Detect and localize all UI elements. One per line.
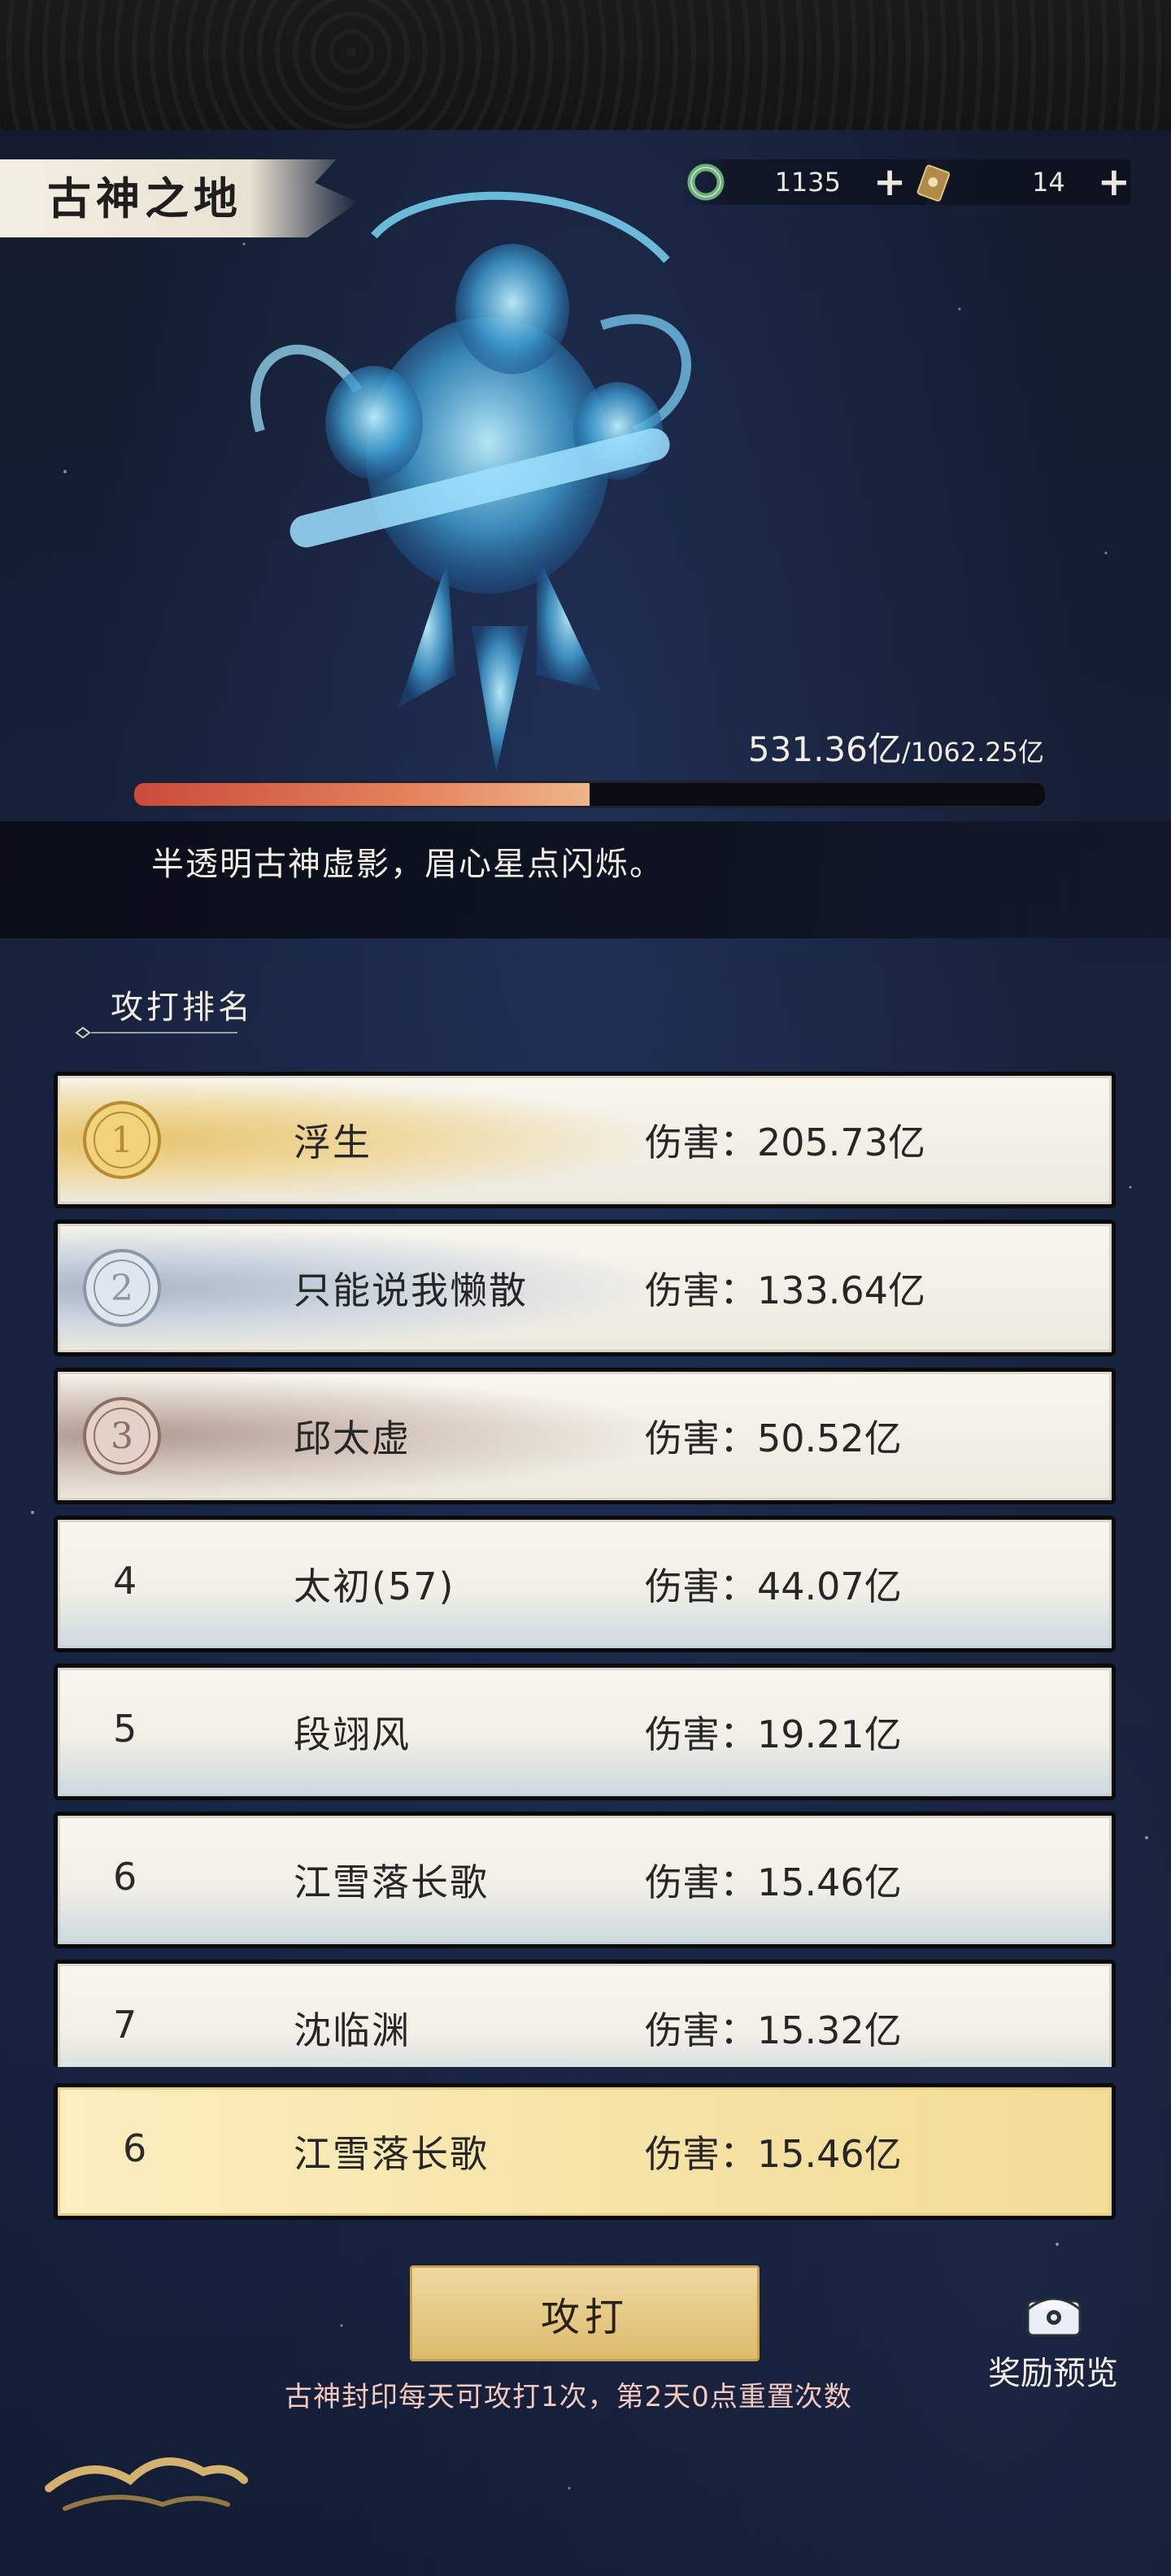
top-decor-band: [0, 0, 1171, 130]
boss-hp-text: 531.36亿/1062.25亿: [748, 722, 1044, 772]
player-damage: 伤害：133.64亿: [645, 1268, 925, 1312]
player-name: 江雪落长歌: [294, 1860, 489, 1904]
my-rank-number: 6: [123, 2126, 147, 2170]
ranking-row[interactable]: 2 只能说我懒散 伤害：133.64亿: [54, 1220, 1116, 1356]
rank-medal-icon: 3: [83, 1397, 161, 1475]
ancient-god-figure[interactable]: [211, 187, 797, 789]
player-damage: 伤害：19.21亿: [645, 1712, 902, 1756]
rank-medal-number: 3: [111, 1416, 133, 1457]
boss-hp-current: 531.36亿: [747, 729, 902, 769]
ranking-row[interactable]: 7 沈临渊 伤害：15.32亿: [54, 1960, 1116, 2067]
ranking-row[interactable]: 3 邱太虚 伤害：50.52亿: [54, 1368, 1116, 1504]
cloud-ornament: [45, 2457, 248, 2511]
rank-number: 7: [113, 2003, 137, 2047]
reward-preview-button[interactable]: 奖励预览: [976, 2285, 1130, 2392]
player-name: 只能说我懒散: [294, 1268, 528, 1312]
row-background-wash: [58, 1816, 1112, 1944]
ranking-title-underline: [75, 1026, 237, 1039]
ranking-row[interactable]: 5 段翊风 伤害：19.21亿: [54, 1664, 1116, 1800]
currency-card: 14 +: [911, 159, 1130, 205]
ranking-row[interactable]: 1 浮生 伤害：205.73亿: [54, 1072, 1116, 1208]
rank-number: 4: [113, 1559, 137, 1603]
my-rank-row: 6 江雪落长歌 伤害：15.46亿: [54, 2083, 1116, 2220]
attack-button[interactable]: 攻打: [410, 2265, 760, 2361]
player-name: 邱太虚: [294, 1416, 411, 1460]
add-card-button[interactable]: +: [1098, 159, 1130, 205]
ranking-list[interactable]: 1 浮生 伤害：205.73亿 2 只能说我懒散 伤害：133.64亿 3 邱太虚 伤害：50.…: [54, 1072, 1116, 2067]
player-damage: 伤害：15.46亿: [645, 1860, 902, 1904]
game-screen: 古神之地 1135 + 14 + 531.36亿/1062.25亿 半透明古神虚…: [0, 0, 1171, 2576]
ranking-row[interactable]: 4 太初(57) 伤害：44.07亿: [54, 1516, 1116, 1652]
ranking-title: 攻打排名: [111, 989, 254, 1026]
ranking-row[interactable]: 6 江雪落长歌 伤害：15.46亿: [54, 1812, 1116, 1948]
boss-description: 半透明古神虚影，眉心星点闪烁。: [151, 846, 664, 883]
rank-medal-icon: 1: [83, 1101, 161, 1179]
player-name: 沈临渊: [294, 2008, 411, 2052]
player-damage: 伤害：50.52亿: [645, 1416, 902, 1460]
player-damage: 伤害：15.32亿: [645, 2008, 902, 2052]
rank-number: 5: [113, 1707, 137, 1751]
attack-hint: 古神封印每天可攻打1次，第2天0点重置次数: [285, 2381, 852, 2413]
player-damage: 伤害：205.73亿: [645, 1120, 925, 1164]
my-rank-name: 江雪落长歌: [294, 2132, 489, 2176]
rank-medal-icon: 2: [83, 1249, 161, 1327]
row-background-wash: [58, 1668, 1112, 1796]
card-token-icon: [916, 164, 951, 202]
player-damage: 伤害：44.07亿: [645, 1564, 902, 1608]
my-rank-damage: 伤害：15.46亿: [645, 2132, 902, 2176]
row-background-wash: [58, 1964, 1112, 2067]
card-count: 14: [1032, 167, 1065, 198]
treasure-chest-icon: [1026, 2297, 1082, 2337]
player-name: 段翊风: [294, 1712, 411, 1756]
boss-hp-bar: [132, 781, 1047, 808]
row-background-wash: [58, 1520, 1112, 1648]
rank-medal-number: 1: [111, 1120, 133, 1161]
boss-hp-fill: [134, 783, 590, 806]
add-jade-button[interactable]: +: [873, 159, 906, 205]
player-name: 太初(57): [294, 1564, 455, 1608]
reward-preview-label: 奖励预览: [988, 2355, 1118, 2392]
rank-medal-number: 2: [111, 1268, 133, 1309]
player-name: 浮生: [294, 1120, 372, 1164]
rank-number: 6: [113, 1855, 137, 1899]
boss-hp-max: /1062.25亿: [901, 737, 1044, 768]
